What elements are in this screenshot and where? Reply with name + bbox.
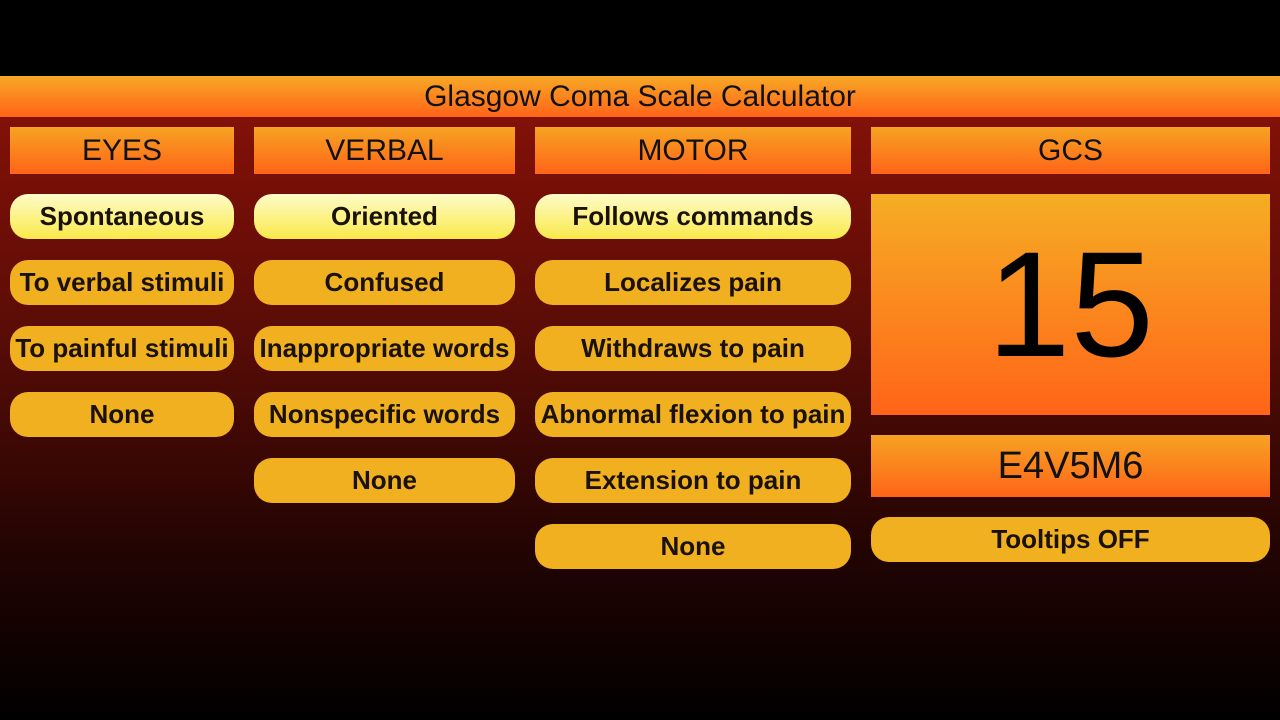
motor-option-abnormal-flexion[interactable]: Abnormal flexion to pain: [535, 392, 851, 437]
eyes-option-painful[interactable]: To painful stimuli: [10, 326, 234, 371]
eyes-header: EYES: [10, 127, 234, 174]
motor-option-extension[interactable]: Extension to pain: [535, 458, 851, 503]
motor-option-none[interactable]: None: [535, 524, 851, 569]
verbal-option-inappropriate[interactable]: Inappropriate words: [254, 326, 515, 371]
motor-header: MOTOR: [535, 127, 851, 174]
gcs-code: E4V5M6: [871, 435, 1270, 497]
verbal-option-nonspecific[interactable]: Nonspecific words: [254, 392, 515, 437]
eyes-option-spontaneous[interactable]: Spontaneous: [10, 194, 234, 239]
motor-option-withdraws[interactable]: Withdraws to pain: [535, 326, 851, 371]
gcs-app: Glasgow Coma Scale Calculator EYES VERBA…: [0, 76, 1280, 720]
verbal-option-oriented[interactable]: Oriented: [254, 194, 515, 239]
gcs-header: GCS: [871, 127, 1270, 174]
verbal-header: VERBAL: [254, 127, 515, 174]
verbal-option-none[interactable]: None: [254, 458, 515, 503]
verbal-option-confused[interactable]: Confused: [254, 260, 515, 305]
gcs-score: 15: [871, 194, 1270, 415]
eyes-option-none[interactable]: None: [10, 392, 234, 437]
eyes-option-verbal[interactable]: To verbal stimuli: [10, 260, 234, 305]
motor-option-follows[interactable]: Follows commands: [535, 194, 851, 239]
tooltips-toggle-button[interactable]: Tooltips OFF: [871, 517, 1270, 562]
app-title: Glasgow Coma Scale Calculator: [0, 76, 1280, 117]
motor-option-localizes[interactable]: Localizes pain: [535, 260, 851, 305]
